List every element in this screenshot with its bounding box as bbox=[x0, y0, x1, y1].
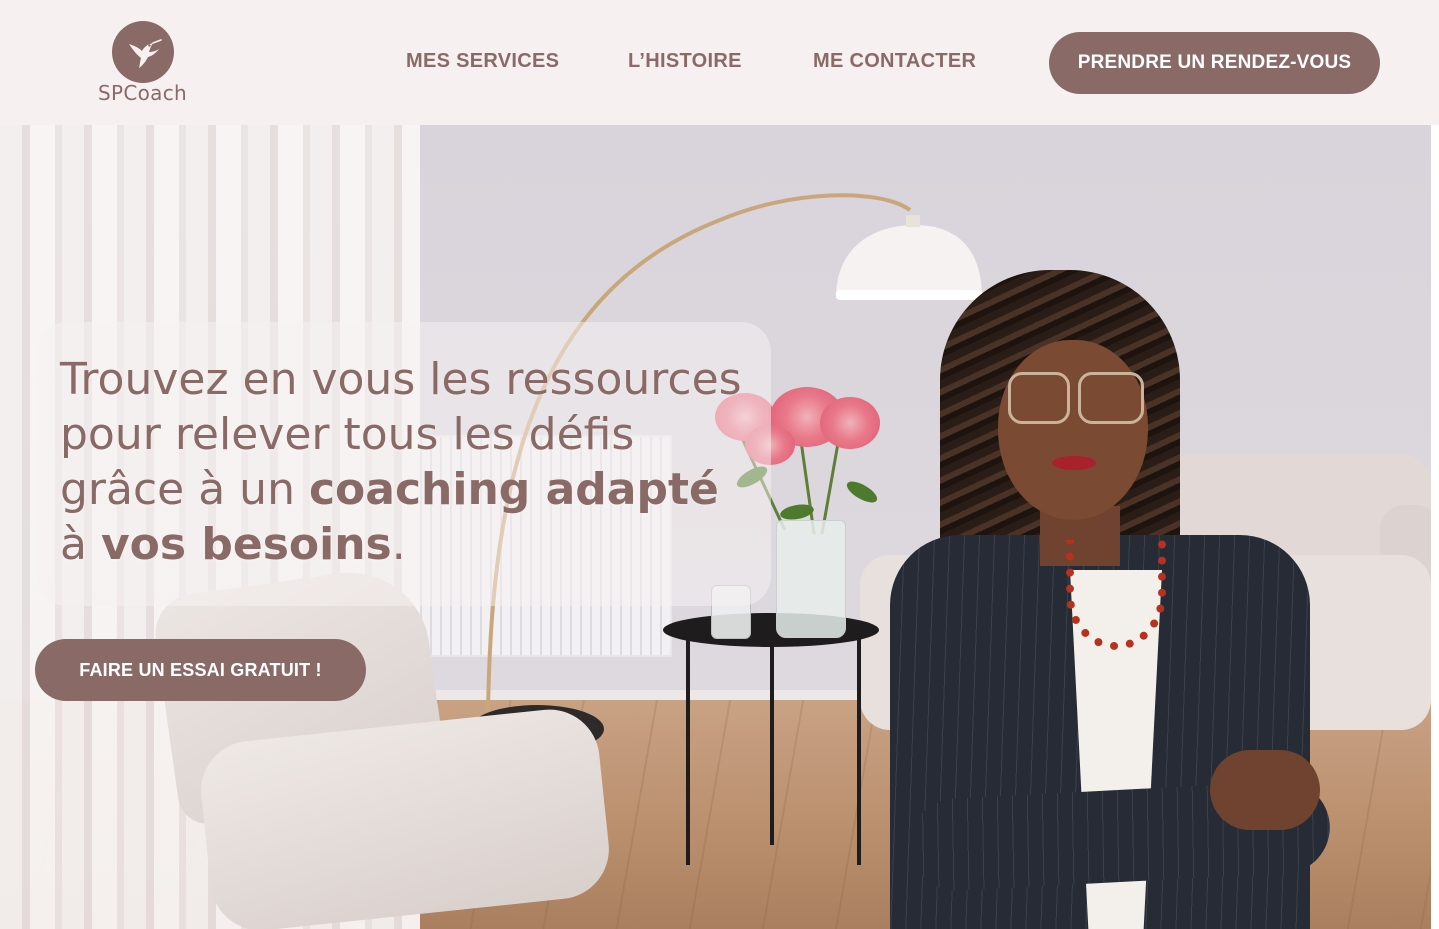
table-leg bbox=[686, 635, 690, 865]
headline-line-3-prefix: grâce à un bbox=[60, 464, 309, 515]
headline-emphasis-needs: vos besoins bbox=[100, 519, 392, 570]
side-table bbox=[663, 613, 879, 647]
table-leg bbox=[857, 635, 861, 865]
headline-line-1: Trouvez en vous les ressources bbox=[60, 354, 742, 405]
face bbox=[998, 340, 1148, 520]
lips bbox=[1052, 456, 1096, 470]
coach-portrait bbox=[880, 270, 1333, 929]
headline-line-4-suffix: . bbox=[391, 519, 406, 570]
glasses bbox=[1078, 372, 1144, 424]
hand bbox=[1210, 750, 1320, 830]
headline-emphasis-coaching: coaching adapté bbox=[308, 464, 719, 515]
table-leg bbox=[770, 645, 774, 845]
peony-flower bbox=[820, 397, 880, 449]
nav-link-services[interactable]: MES SERVICES bbox=[406, 50, 559, 73]
book-appointment-button[interactable]: PRENDRE UN RENDEZ-VOUS bbox=[1049, 32, 1380, 94]
necklace bbox=[1066, 540, 1166, 650]
hero-headline: Trouvez en vous les ressources pour rele… bbox=[60, 352, 780, 572]
glass-vase bbox=[776, 520, 846, 638]
logo-text: SPCoach bbox=[98, 81, 187, 105]
nav-link-story[interactable]: L’HISTOIRE bbox=[628, 50, 742, 73]
free-trial-button[interactable]: FAIRE UN ESSAI GRATUIT ! bbox=[35, 639, 366, 701]
headline-line-2: pour relever tous les défis bbox=[60, 409, 635, 460]
glasses bbox=[1008, 372, 1070, 424]
headline-line-4-prefix: à bbox=[60, 519, 101, 570]
hummingbird-icon bbox=[112, 21, 174, 83]
nav-link-contact[interactable]: ME CONTACTER bbox=[813, 50, 976, 73]
logo-link[interactable]: SPCoach bbox=[90, 18, 200, 108]
site-header: SPCoach MES SERVICES L’HISTOIRE ME CONTA… bbox=[0, 0, 1439, 125]
